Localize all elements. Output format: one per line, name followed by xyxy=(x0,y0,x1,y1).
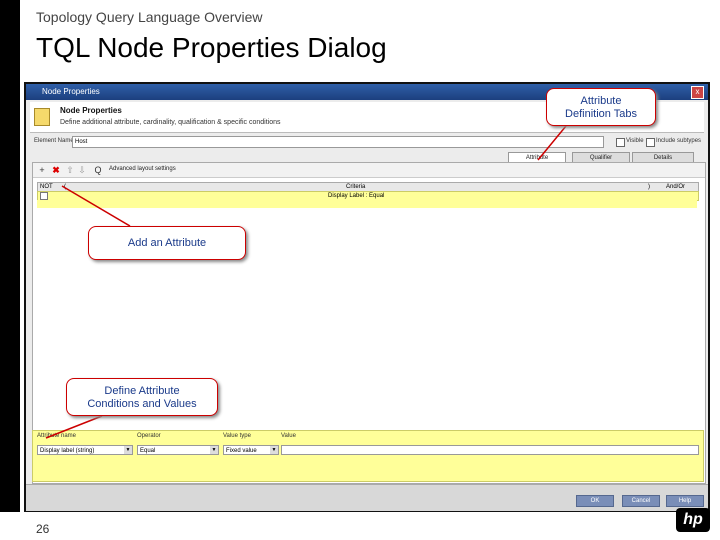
slide-title: TQL Node Properties Dialog xyxy=(36,32,387,63)
callout-attribute-tabs-line2: Definition Tabs xyxy=(565,108,637,120)
callout-define-line1: Define Attribute xyxy=(104,385,180,397)
callout-attribute-tabs: Attribute Definition Tabs xyxy=(546,88,656,126)
node-properties-dialog: Node Properties x Node Properties Define… xyxy=(24,82,710,512)
dialog-footer: OK Cancel Help xyxy=(26,484,708,511)
ok-button[interactable]: OK xyxy=(576,495,614,507)
move-up-icon[interactable]: ⇧ xyxy=(65,165,75,175)
callout-attribute-tabs-line1: Attribute xyxy=(580,95,622,107)
callout-add-attribute: Add an Attribute xyxy=(88,226,246,260)
chevron-down-icon: ▼ xyxy=(210,446,218,454)
hp-logo: hp xyxy=(676,508,710,532)
add-icon[interactable]: + xyxy=(37,165,47,175)
dialog-window-title: Node Properties xyxy=(42,87,100,96)
operator-value: Equal xyxy=(140,448,156,454)
slide-subtitle: Topology Query Language Overview xyxy=(36,9,263,25)
callout-define-conditions: Define Attribute Conditions and Values xyxy=(66,378,218,416)
row-not-checkbox[interactable] xyxy=(40,192,48,200)
operator-label: Operator xyxy=(137,433,161,439)
attribute-name-dropdown[interactable]: Display label (string) ▼ xyxy=(37,445,133,455)
value-type-label: Value type xyxy=(223,433,251,439)
dialog-heading: Node Properties xyxy=(60,106,122,115)
left-accent-bar xyxy=(0,0,20,512)
move-down-icon[interactable]: ⇩ xyxy=(77,165,87,175)
column-header-close-paren: ) xyxy=(648,184,650,190)
chevron-down-icon: ▼ xyxy=(270,446,278,454)
column-header-open-paren: ( xyxy=(64,184,66,190)
dialog-description: Define additional attribute, cardinality… xyxy=(60,119,281,126)
attribute-name-value: Display label (string) xyxy=(40,448,95,454)
attribute-toolbar: + ✖ ⇧ ⇩ Q Advanced layout settings xyxy=(33,163,705,178)
chevron-down-icon: ▼ xyxy=(124,446,132,454)
row-criteria: Display Label : Equal xyxy=(328,193,385,199)
close-icon[interactable]: x xyxy=(691,86,704,99)
element-name-input[interactable]: Host xyxy=(72,136,604,148)
table-row-empty xyxy=(37,200,697,208)
include-subtypes-label: Include subtypes xyxy=(656,138,702,144)
attribute-name-label: Attribute name xyxy=(37,433,77,439)
visible-label: Visible xyxy=(626,138,644,144)
remove-icon[interactable]: ✖ xyxy=(51,165,61,175)
callout-define-line2: Conditions and Values xyxy=(87,398,197,410)
value-type-dropdown[interactable]: Fixed value ▼ xyxy=(223,445,279,455)
element-name-label: Element Name: xyxy=(34,138,76,144)
column-header-and-or: And/Or xyxy=(666,184,686,190)
search-icon[interactable]: Q xyxy=(93,165,103,175)
visible-checkbox[interactable] xyxy=(616,138,625,147)
column-header-criteria: Criteria xyxy=(346,184,366,190)
cancel-button[interactable]: Cancel xyxy=(622,495,660,507)
condition-editor: Attribute name Display label (string) ▼ … xyxy=(32,430,704,482)
advanced-layout-link[interactable]: Advanced layout settings xyxy=(109,166,176,172)
help-button[interactable]: Help xyxy=(666,495,704,507)
slide-number: 26 xyxy=(36,522,50,536)
value-input[interactable] xyxy=(281,445,699,455)
value-type-value: Fixed value xyxy=(226,448,257,454)
include-subtypes-checkbox[interactable] xyxy=(646,138,655,147)
node-icon xyxy=(34,108,50,126)
column-header-not: NOT xyxy=(40,184,53,190)
value-label: Value xyxy=(281,433,296,439)
operator-dropdown[interactable]: Equal ▼ xyxy=(137,445,219,455)
